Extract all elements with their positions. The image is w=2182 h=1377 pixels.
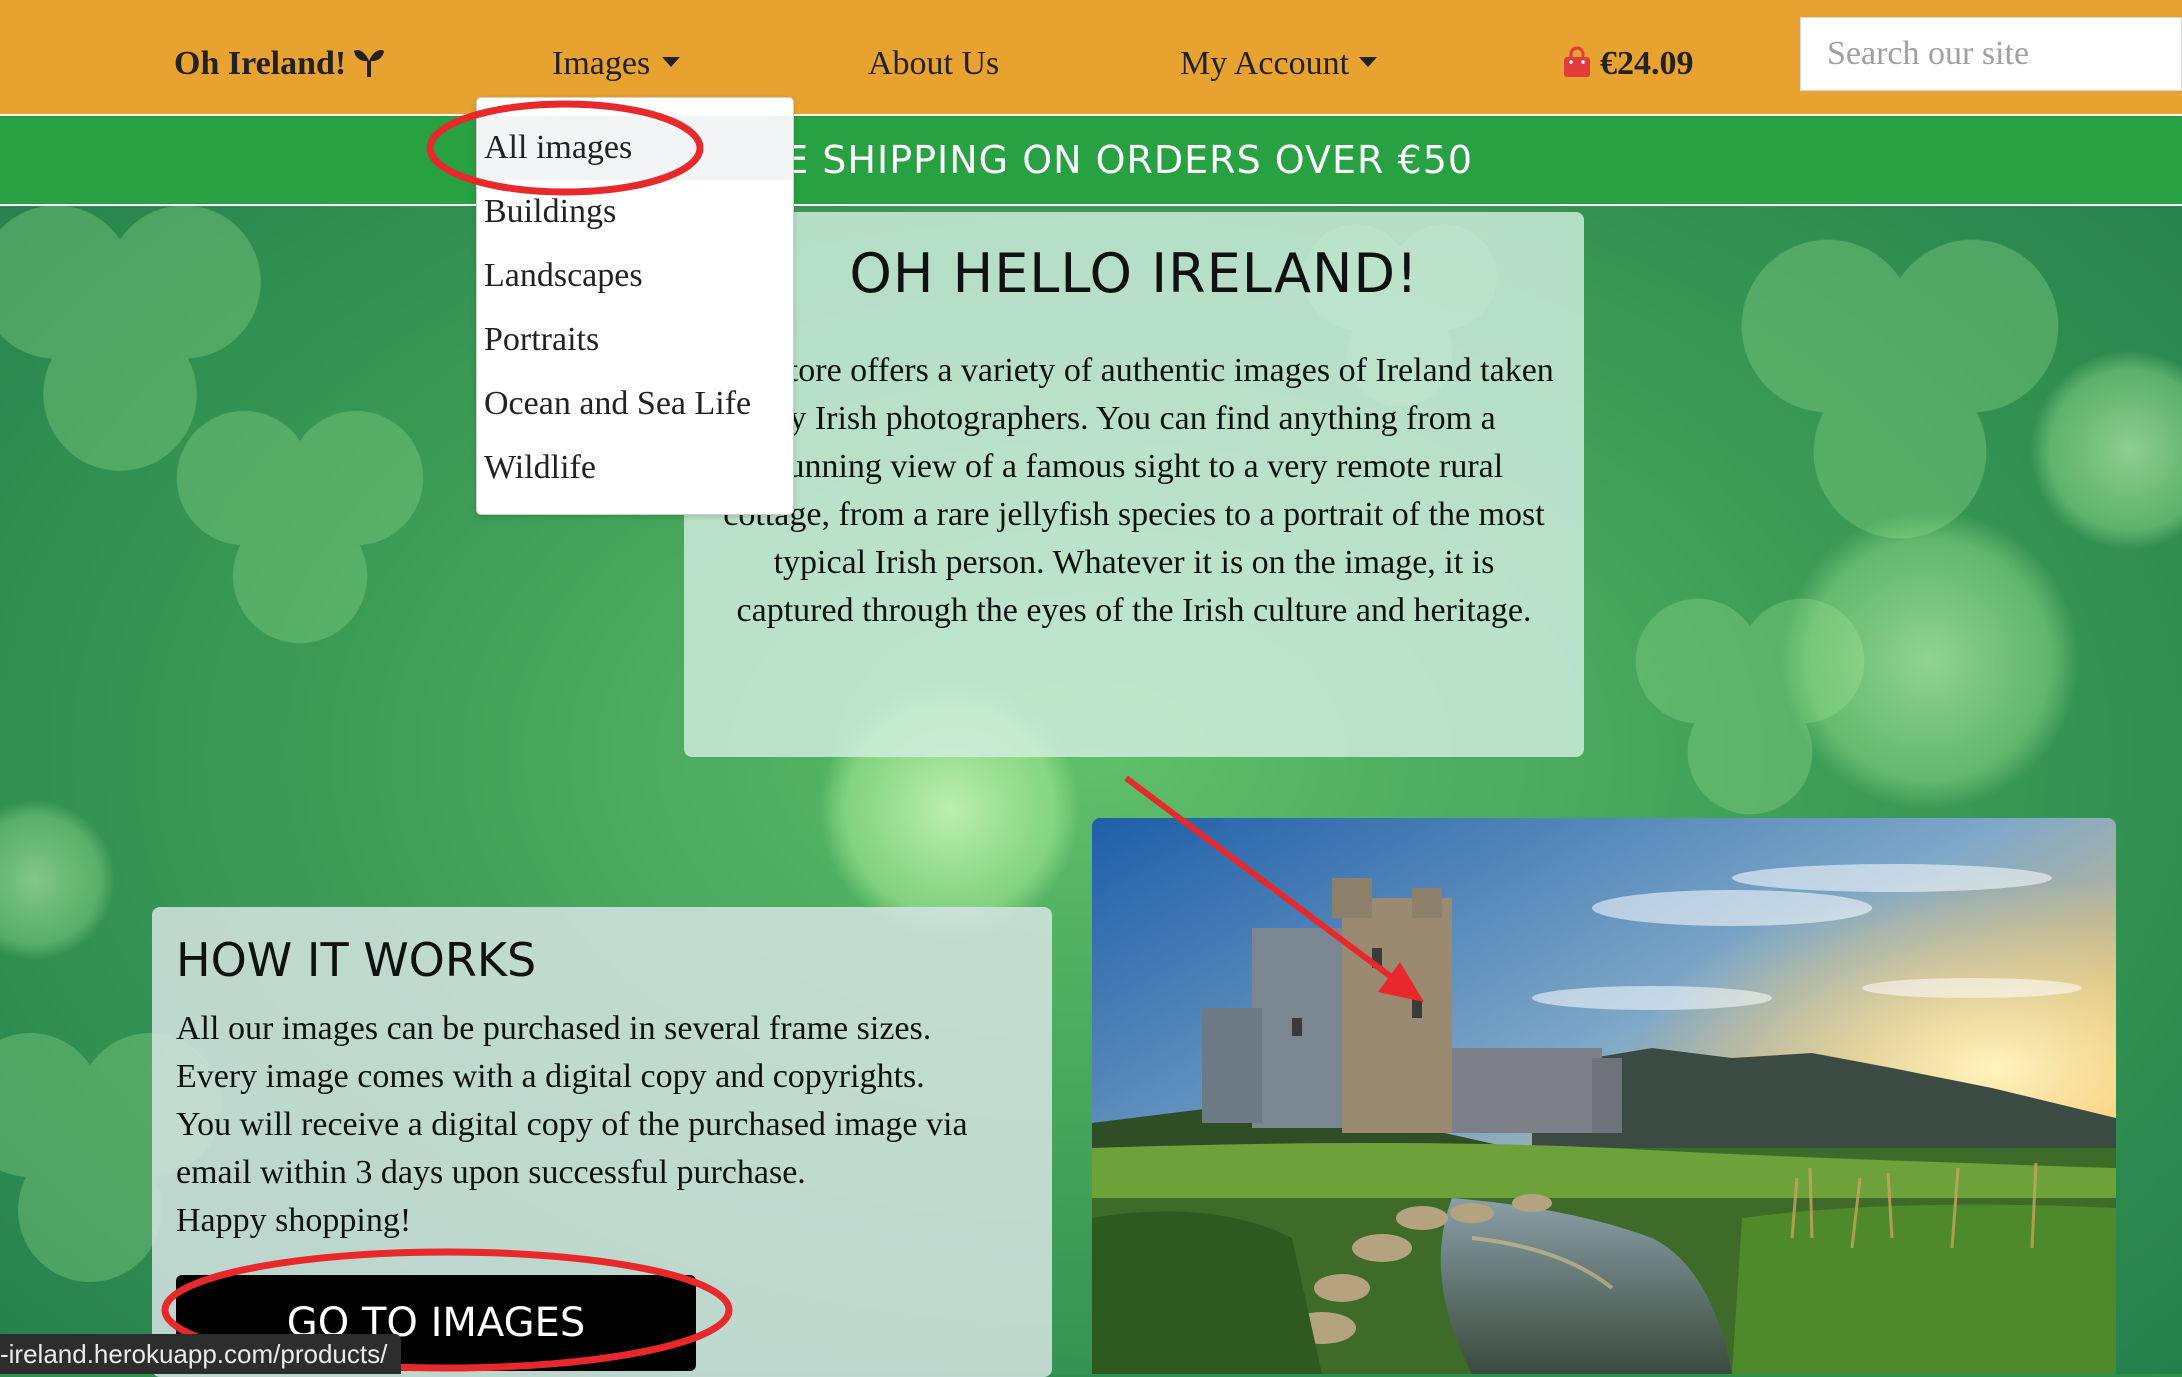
how-it-works-line: Happy shopping! bbox=[176, 1202, 412, 1239]
how-it-works-title: HOW IT WORKS bbox=[176, 933, 537, 987]
nav-images-label: Images bbox=[552, 45, 651, 82]
cart-link[interactable]: €24.09 bbox=[1562, 0, 1694, 114]
how-it-works-line: You will receive a digital copy of the p… bbox=[176, 1106, 968, 1143]
hero-description: Our store offers a variety of authentic … bbox=[714, 352, 1554, 629]
free-shipping-banner: FREE SHIPPING ON ORDERS OVER €50 bbox=[0, 116, 2182, 206]
how-it-works-line: email within 3 days upon successful purc… bbox=[176, 1154, 806, 1191]
how-it-works-line: Every image comes with a digital copy an… bbox=[176, 1058, 925, 1095]
dropdown-item-wildlife[interactable]: Wildlife bbox=[477, 436, 793, 500]
nav-about-us[interactable]: About Us bbox=[868, 0, 999, 114]
top-navbar: Oh Ireland! Images About Us My Account €… bbox=[0, 0, 2182, 116]
nav-my-account-dropdown[interactable]: My Account bbox=[1180, 0, 1378, 114]
brand-link[interactable]: Oh Ireland! bbox=[174, 0, 386, 114]
hero-title: OH HELLO IRELAND! bbox=[849, 242, 1419, 305]
cart-total: €24.09 bbox=[1600, 45, 1694, 82]
nav-account-label: My Account bbox=[1180, 45, 1350, 82]
sprout-icon bbox=[354, 50, 385, 78]
castle-photo bbox=[1092, 818, 2116, 1374]
castle-landscape-image bbox=[1092, 818, 2116, 1374]
dropdown-item-buildings[interactable]: Buildings bbox=[477, 180, 793, 244]
brand-text: Oh Ireland! bbox=[174, 45, 347, 82]
browser-status-bar: -ireland.herokuapp.com/products/ bbox=[0, 1334, 402, 1374]
how-it-works-card: HOW IT WORKS All our images can be purch… bbox=[152, 907, 1052, 1377]
how-it-works-text: All our images can be purchased in sever… bbox=[176, 1005, 1036, 1245]
how-it-works-line: All our images can be purchased in sever… bbox=[176, 1010, 932, 1047]
status-url: -ireland.herokuapp.com/products/ bbox=[0, 1339, 388, 1369]
images-dropdown-menu: All images Buildings Landscapes Portrait… bbox=[476, 97, 794, 515]
shopping-bag-icon bbox=[1564, 46, 1590, 78]
nav-about-label: About Us bbox=[868, 45, 1000, 82]
dropdown-item-landscapes[interactable]: Landscapes bbox=[477, 244, 793, 308]
caret-down-icon bbox=[662, 57, 681, 68]
welcome-card: OH HELLO IRELAND! Our store offers a var… bbox=[684, 212, 1584, 757]
dropdown-item-all-images[interactable]: All images bbox=[477, 116, 793, 180]
caret-down-icon bbox=[1359, 57, 1378, 68]
dropdown-item-portraits[interactable]: Portraits bbox=[477, 308, 793, 372]
dropdown-item-ocean-sea-life[interactable]: Ocean and Sea Life bbox=[477, 372, 793, 436]
banner-text: FREE SHIPPING ON ORDERS OVER €50 bbox=[708, 138, 1474, 182]
search-input[interactable] bbox=[1800, 17, 2182, 91]
